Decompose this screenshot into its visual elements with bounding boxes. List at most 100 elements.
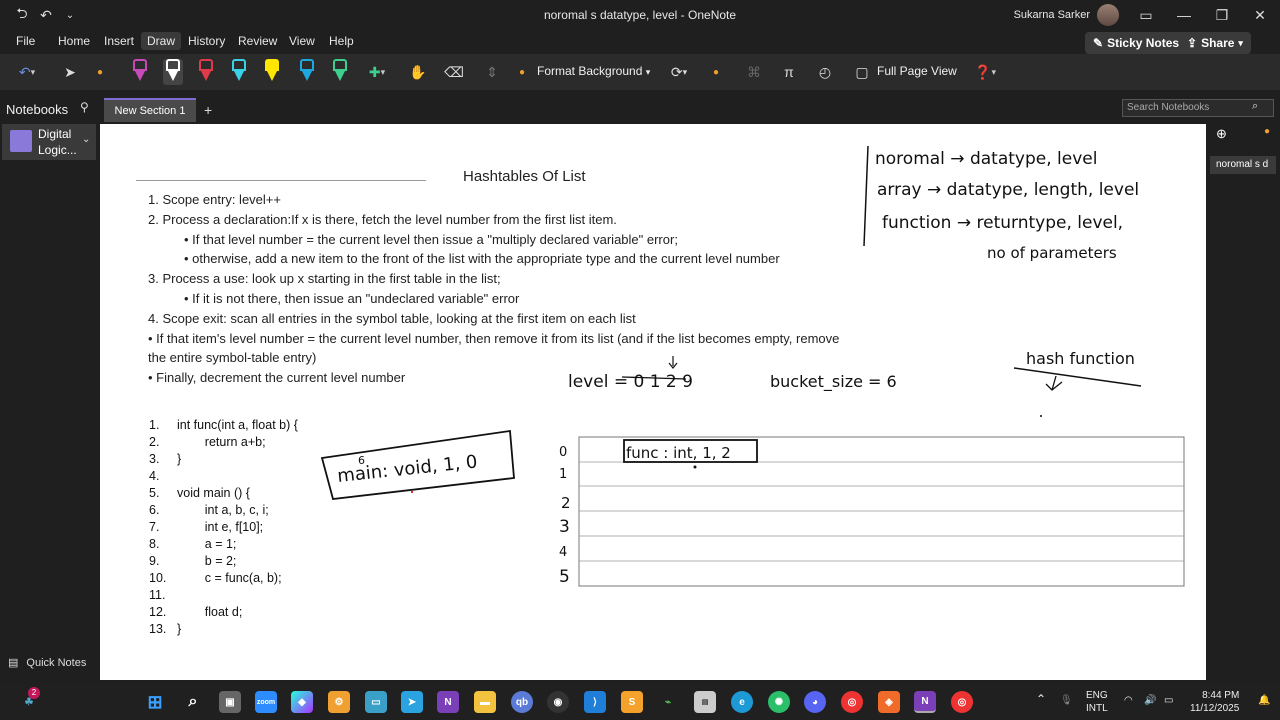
notebook-name: Digital Logic... bbox=[38, 127, 77, 157]
search-taskbar-icon[interactable]: ⌕ bbox=[182, 691, 204, 713]
onenote-taskbar-icon[interactable]: N bbox=[437, 691, 459, 713]
highlighter-yellow[interactable] bbox=[262, 59, 282, 85]
app-icon-2[interactable]: ▭ bbox=[365, 691, 387, 713]
avatar[interactable] bbox=[1097, 4, 1119, 26]
hw-index-2: 2 bbox=[561, 494, 571, 512]
add-section-icon[interactable]: + bbox=[204, 102, 212, 118]
hw-index-1: 1 bbox=[559, 467, 567, 482]
help-icon[interactable]: ❓ ▾ bbox=[970, 60, 1000, 84]
notebook-item[interactable]: Digital Logic... ⌄ bbox=[2, 124, 96, 160]
notebook-sidebar: Digital Logic... ⌄ bbox=[0, 122, 100, 684]
full-page-icon[interactable]: ▢ bbox=[854, 60, 870, 84]
pin-icon[interactable]: ⚲ bbox=[80, 100, 89, 114]
add-page-icon[interactable]: ⊕ bbox=[1216, 126, 1227, 142]
close-icon[interactable]: ✕ bbox=[1244, 4, 1276, 26]
chatgpt-icon[interactable]: ✺ bbox=[768, 691, 790, 713]
sticky-notes-button[interactable]: ✎ Sticky Notes bbox=[1085, 32, 1188, 54]
full-page-view-button[interactable]: Full Page View bbox=[877, 64, 957, 78]
vscode-icon[interactable]: ⟩ bbox=[584, 691, 606, 713]
maximize-icon[interactable]: ❐ bbox=[1206, 4, 1238, 26]
ink-to-shape-icon[interactable]: ⟳ ▾ bbox=[664, 60, 694, 84]
discord-icon[interactable]: ◕ bbox=[804, 691, 826, 713]
pen-white[interactable] bbox=[163, 59, 183, 85]
menu-review[interactable]: Review bbox=[238, 34, 277, 48]
undo-button[interactable]: ↶ ▾ bbox=[10, 60, 44, 84]
language-indicator[interactable]: ENG INTL bbox=[1086, 689, 1108, 715]
notifications-icon[interactable]: 🔔 bbox=[1258, 694, 1270, 707]
pen-magenta[interactable] bbox=[130, 59, 150, 85]
battery-icon[interactable]: ▭ bbox=[1164, 694, 1173, 707]
ribbon-display-icon[interactable]: ▭ bbox=[1130, 4, 1162, 26]
ink-to-text-icon[interactable]: ⌘ bbox=[744, 60, 764, 84]
menu-view[interactable]: View bbox=[289, 34, 315, 48]
hw-index-5: 5 bbox=[559, 567, 570, 587]
zoom-icon[interactable]: zoom bbox=[255, 691, 277, 713]
share-button[interactable]: ⇪ Share ▾ bbox=[1179, 32, 1251, 54]
app-icon-6[interactable]: ◈ bbox=[878, 691, 900, 713]
minimize-icon[interactable]: — bbox=[1168, 4, 1200, 26]
page-tab[interactable]: noromal s d bbox=[1210, 156, 1276, 174]
menu-file[interactable]: File bbox=[16, 34, 35, 48]
github-icon[interactable]: ◉ bbox=[547, 691, 569, 713]
app-icon-5[interactable]: ▤ bbox=[694, 691, 716, 713]
math-icon[interactable]: π bbox=[778, 60, 800, 84]
pen-blue[interactable] bbox=[297, 59, 317, 85]
chevron-up-icon[interactable]: ⌃ bbox=[1036, 693, 1046, 706]
copilot-icon[interactable]: ◆ bbox=[291, 691, 313, 713]
format-background-menu[interactable]: Format Background ▾ bbox=[537, 64, 650, 78]
share-label: Share bbox=[1201, 36, 1235, 50]
edge-icon[interactable]: e bbox=[731, 691, 753, 713]
app-icon-1[interactable]: ⚙ bbox=[328, 691, 350, 713]
telegram-icon[interactable]: ➤ bbox=[401, 691, 423, 713]
add-pen-icon[interactable]: ✚ ▾ bbox=[362, 60, 392, 84]
hand-icon[interactable]: ✋ bbox=[408, 60, 428, 84]
hw-main-superscript: 6 bbox=[358, 454, 365, 467]
quick-notes-button[interactable]: ▤ Quick Notes bbox=[8, 656, 87, 670]
sublime-icon[interactable]: S bbox=[621, 691, 643, 713]
start-icon[interactable]: ⊞ bbox=[144, 691, 166, 713]
app-icon-4[interactable]: ⌁ bbox=[657, 691, 679, 713]
hw-index-4: 4 bbox=[559, 545, 567, 560]
volume-icon[interactable]: 🔊 bbox=[1144, 694, 1156, 707]
sticky-notes-icon: ✎ bbox=[1093, 36, 1104, 50]
file-explorer-icon[interactable]: ▬ bbox=[474, 691, 496, 713]
menu-draw[interactable]: Draw bbox=[141, 32, 182, 50]
title-bar: ⮌ ↶ ⌄ noromal s datatype, level - OneNot… bbox=[0, 0, 1280, 30]
clock[interactable]: 8:44 PM 11/12/2025 bbox=[1190, 689, 1239, 715]
user-name[interactable]: Sukarna Sarker bbox=[1014, 9, 1090, 21]
eraser-icon[interactable]: ⌫ bbox=[444, 60, 464, 84]
chevron-down-icon: ▾ bbox=[1238, 37, 1243, 48]
page-canvas[interactable]: Hashtables Of List 1. Scope entry: level… bbox=[100, 124, 1206, 680]
format-background-label: Format Background bbox=[537, 64, 643, 78]
task-view-icon[interactable]: ▣ bbox=[219, 691, 241, 713]
dot-icon-2: ● bbox=[518, 66, 526, 78]
search-icon[interactable]: ⌕ bbox=[1252, 100, 1258, 113]
menu-home[interactable]: Home bbox=[58, 34, 90, 48]
clock-time: 8:44 PM bbox=[1202, 690, 1240, 701]
menu-history[interactable]: History bbox=[188, 34, 225, 48]
onenote-active-icon[interactable]: N bbox=[914, 691, 936, 713]
notebooks-label[interactable]: Notebooks bbox=[6, 102, 68, 117]
chrome-icon-2[interactable]: ◎ bbox=[951, 691, 973, 713]
select-icon[interactable]: ➤ bbox=[60, 60, 80, 84]
lasso-icon[interactable]: ⇕ bbox=[482, 60, 502, 84]
pen-green[interactable] bbox=[330, 59, 350, 85]
hw-row-function: function → returntype, level, bbox=[882, 213, 1123, 233]
page-list-pane: ⊕ ● bbox=[1206, 122, 1280, 684]
pen-red[interactable] bbox=[196, 59, 216, 85]
wifi-icon[interactable]: ◠ bbox=[1124, 694, 1133, 707]
menu-insert[interactable]: Insert bbox=[104, 34, 134, 48]
section-tab-new-section[interactable]: New Section 1 bbox=[104, 98, 196, 122]
replay-icon[interactable]: ◴ bbox=[814, 60, 836, 84]
taskbar: ☘ 2 ⊞ ⌕ ▣ zoom ◆ ⚙ ▭ ➤ N ▬ qb ◉ ⟩ S ⌁ ▤ … bbox=[0, 684, 1280, 720]
dot-icon-4: ● bbox=[1264, 126, 1271, 137]
mic-icon[interactable]: 🎙 bbox=[1060, 694, 1073, 707]
chevron-down-icon: ▾ bbox=[645, 67, 651, 77]
pen-cyan[interactable] bbox=[229, 59, 249, 85]
menu-help[interactable]: Help bbox=[329, 34, 354, 48]
clock-date: 11/12/2025 bbox=[1190, 703, 1240, 714]
chrome-icon[interactable]: ◎ bbox=[841, 691, 863, 713]
app-icon-3[interactable]: qb bbox=[511, 691, 533, 713]
hw-row-array: array → datatype, length, level bbox=[877, 180, 1139, 200]
quick-notes-label: Quick Notes bbox=[26, 656, 87, 669]
